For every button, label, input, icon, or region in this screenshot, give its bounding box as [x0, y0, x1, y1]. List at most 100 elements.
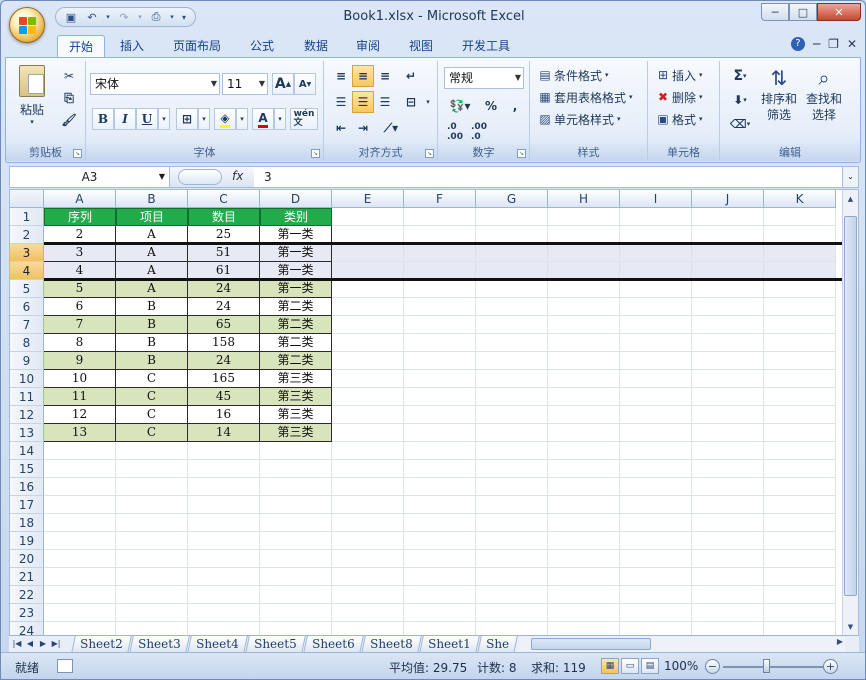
table-cell[interactable]: 3 — [44, 244, 116, 262]
row-header-22[interactable]: 22 — [10, 586, 44, 604]
row-header-11[interactable]: 11 — [10, 388, 44, 406]
shrink-font-button[interactable]: A ▼ — [294, 73, 316, 95]
table-cell[interactable]: C — [116, 406, 188, 424]
cell[interactable] — [332, 424, 404, 442]
next-sheet-icon[interactable]: ▶ — [37, 636, 49, 652]
cell[interactable] — [476, 478, 548, 496]
font-color-dropdown-icon[interactable]: ▾ — [274, 108, 286, 130]
cell[interactable] — [476, 334, 548, 352]
cell[interactable] — [260, 532, 332, 550]
tab-review[interactable]: 审阅 — [345, 35, 391, 57]
cell[interactable] — [332, 352, 404, 370]
table-cell[interactable]: 51 — [188, 244, 260, 262]
sheet-tab-she[interactable]: She — [477, 636, 518, 653]
cell[interactable] — [332, 604, 404, 622]
col-header-j[interactable]: J — [692, 190, 764, 208]
cell[interactable] — [260, 514, 332, 532]
cell[interactable] — [692, 532, 764, 550]
vertical-scrollbar[interactable]: ▲ ▼ — [842, 190, 858, 635]
cell[interactable] — [404, 550, 476, 568]
sort-filter-button[interactable]: ⇅ 排序和 筛选 — [758, 65, 800, 123]
cell[interactable] — [44, 496, 116, 514]
cell[interactable] — [44, 442, 116, 460]
cell[interactable] — [620, 388, 692, 406]
decrease-indent-icon[interactable]: ⇤ — [330, 117, 352, 139]
row-header-12[interactable]: 12 — [10, 406, 44, 424]
cell[interactable] — [548, 550, 620, 568]
select-all-corner[interactable] — [10, 190, 44, 208]
cell[interactable] — [188, 478, 260, 496]
cell[interactable] — [260, 442, 332, 460]
accounting-format-icon[interactable]: 💱▾ — [444, 95, 476, 117]
normal-view-icon[interactable]: ▦ — [601, 658, 619, 674]
cell[interactable] — [332, 550, 404, 568]
cell[interactable] — [692, 622, 764, 635]
number-launcher-icon[interactable]: ↘ — [517, 149, 526, 158]
cell[interactable] — [548, 406, 620, 424]
cell[interactable] — [620, 478, 692, 496]
fill-color-icon[interactable]: ◈ — [214, 108, 236, 130]
cell[interactable] — [332, 388, 404, 406]
cell[interactable] — [404, 406, 476, 424]
cell[interactable] — [404, 388, 476, 406]
row-header-23[interactable]: 23 — [10, 604, 44, 622]
cell[interactable] — [476, 298, 548, 316]
cell[interactable] — [260, 568, 332, 586]
close-button[interactable]: ✕ — [817, 3, 861, 21]
cell[interactable] — [404, 424, 476, 442]
table-cell[interactable]: 11 — [44, 388, 116, 406]
table-cell[interactable]: 第二类 — [260, 352, 332, 370]
sheet-tab-sheet2[interactable]: Sheet2 — [71, 636, 132, 653]
cell[interactable] — [692, 586, 764, 604]
cell[interactable] — [476, 316, 548, 334]
orientation-icon[interactable]: ⟋▾ — [376, 117, 406, 139]
table-cell[interactable]: 第二类 — [260, 334, 332, 352]
cell[interactable] — [548, 478, 620, 496]
col-header-f[interactable]: F — [404, 190, 476, 208]
cell[interactable] — [620, 622, 692, 635]
cell[interactable] — [764, 352, 836, 370]
align-left-icon[interactable]: ☰ — [330, 91, 352, 113]
align-center-icon[interactable]: ☰ — [352, 91, 374, 113]
format-cells-button[interactable]: ▣ 格式 ▾ — [654, 110, 702, 128]
cell[interactable] — [332, 478, 404, 496]
formula-input[interactable]: 3 — [264, 167, 272, 187]
cell[interactable] — [548, 388, 620, 406]
cell[interactable] — [692, 298, 764, 316]
number-format-select[interactable]: 常规 ▼ — [444, 67, 524, 89]
clear-icon[interactable]: ⌫ ▾ — [726, 113, 754, 135]
cell[interactable] — [764, 442, 836, 460]
cell[interactable] — [476, 442, 548, 460]
table-cell[interactable]: 165 — [188, 370, 260, 388]
cell[interactable] — [692, 334, 764, 352]
cell[interactable] — [620, 406, 692, 424]
cell[interactable] — [404, 280, 476, 298]
page-break-view-icon[interactable]: ▤ — [641, 658, 659, 674]
underline-button[interactable]: U — [136, 108, 158, 130]
scroll-right-icon[interactable]: ▶ — [837, 637, 843, 646]
row-header-10[interactable]: 10 — [10, 370, 44, 388]
cell[interactable] — [620, 586, 692, 604]
cell[interactable] — [332, 406, 404, 424]
cell[interactable] — [764, 496, 836, 514]
cell[interactable] — [476, 244, 548, 262]
copy-icon[interactable]: ⎘ — [58, 87, 80, 109]
cell[interactable] — [188, 604, 260, 622]
ribbon-restore-icon[interactable]: ❐ — [828, 37, 839, 51]
insert-function-button[interactable]: fx — [232, 169, 243, 183]
row-header-21[interactable]: 21 — [10, 568, 44, 586]
cell[interactable] — [692, 352, 764, 370]
cell[interactable] — [692, 442, 764, 460]
cell[interactable] — [476, 370, 548, 388]
cell[interactable] — [404, 478, 476, 496]
table-header-cell[interactable]: 序列 — [44, 208, 116, 226]
worksheet-grid[interactable]: ABCDEFGHIJK 1 2 3 4 5 6 7 8 9 10 11 12 13 14 15 16 17 18 1… — [9, 189, 859, 636]
cell[interactable] — [260, 604, 332, 622]
cell[interactable] — [476, 514, 548, 532]
cell[interactable] — [404, 370, 476, 388]
tab-page-layout[interactable]: 页面布局 — [162, 35, 232, 57]
align-top-icon[interactable]: ≡ — [330, 65, 352, 87]
cell[interactable] — [548, 352, 620, 370]
cell[interactable] — [404, 622, 476, 635]
cell[interactable] — [764, 334, 836, 352]
